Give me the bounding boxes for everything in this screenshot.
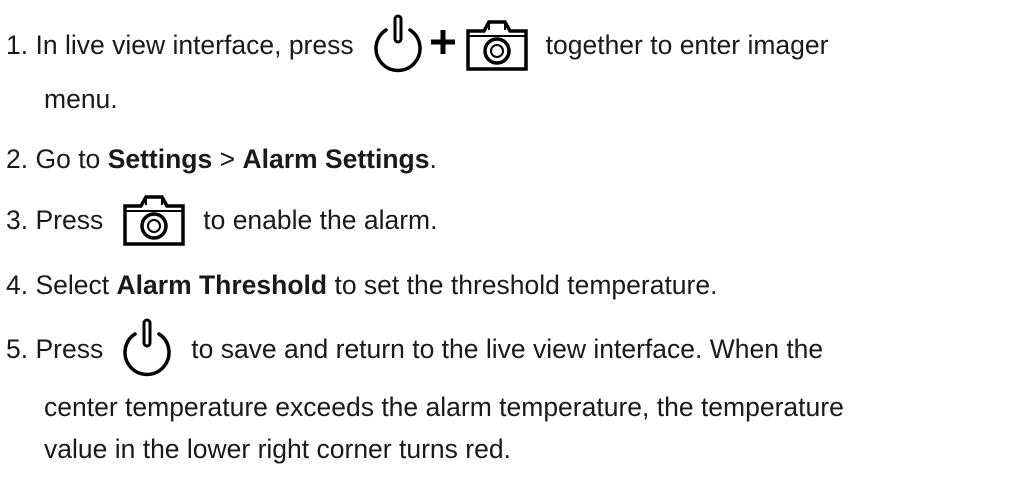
step-number: 4.	[6, 270, 29, 300]
step-1-continuation: menu.	[44, 84, 118, 115]
step-text: Select	[35, 270, 110, 300]
menu-separator: >	[219, 144, 236, 174]
step-text-after: to set the threshold temperature.	[334, 270, 718, 300]
step-3: 3. Press to enable the alarm.	[6, 192, 437, 248]
menu-alarm-threshold: Alarm Threshold	[116, 270, 328, 300]
menu-alarm-settings: Alarm Settings	[242, 144, 430, 174]
step-text: Press	[35, 204, 104, 235]
step-number: 3.	[6, 204, 29, 235]
step-1: 1. In live view interface, press togethe…	[6, 14, 828, 76]
continuation-text: center temperature exceeds the alarm tem…	[44, 392, 844, 422]
step-2: 2. Go to Settings > Alarm Settings.	[6, 144, 437, 175]
power-button-icon	[117, 318, 177, 380]
step-number: 5.	[6, 333, 29, 364]
menu-settings: Settings	[107, 144, 213, 174]
capture-button-icon	[464, 17, 530, 73]
step-4: 4. Select Alarm Threshold to set the thr…	[6, 270, 717, 301]
step-text-after: together to enter imager	[545, 29, 829, 60]
continuation-text: menu.	[44, 84, 118, 114]
step-text-after: to save and return to the live view inte…	[191, 333, 824, 364]
step-text-after: .	[429, 144, 437, 174]
power-button-icon	[368, 14, 428, 76]
continuation-text: value in the lower right corner turns re…	[44, 434, 511, 464]
instruction-steps: 1. In live view interface, press togethe…	[0, 0, 1026, 479]
capture-button-icon	[121, 192, 187, 248]
step-5-continuation-2: value in the lower right corner turns re…	[44, 434, 511, 465]
step-5-continuation-1: center temperature exceeds the alarm tem…	[44, 392, 844, 423]
step-number: 2.	[6, 144, 29, 174]
step-text: Press	[35, 333, 104, 364]
step-text: Go to	[35, 144, 101, 174]
step-5: 5. Press to save and return to the live …	[6, 318, 823, 380]
step-number: 1.	[6, 29, 29, 60]
step-text-after: to enable the alarm.	[203, 204, 438, 235]
plus-sign	[428, 27, 458, 64]
step-text: In live view interface, press	[35, 29, 354, 60]
